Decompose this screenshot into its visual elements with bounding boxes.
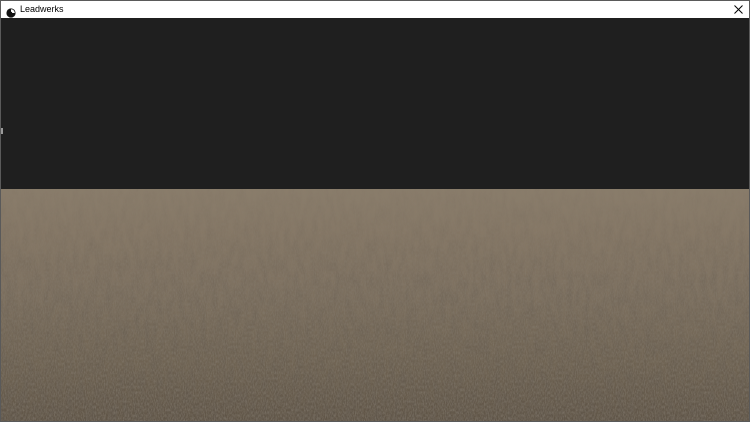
game-viewport[interactable]	[1, 18, 749, 421]
window-title: Leadwerks	[20, 4, 64, 14]
title-bar[interactable]: Leadwerks	[1, 1, 749, 18]
close-button[interactable]	[727, 1, 749, 18]
sky	[1, 18, 749, 189]
terrain-ground	[1, 189, 749, 421]
app-window: Leadwerks	[0, 0, 750, 422]
ground-texture	[1, 189, 749, 421]
viewport-edge-mark	[1, 128, 3, 134]
leadwerks-logo-icon	[6, 5, 16, 18]
close-icon	[733, 1, 743, 19]
